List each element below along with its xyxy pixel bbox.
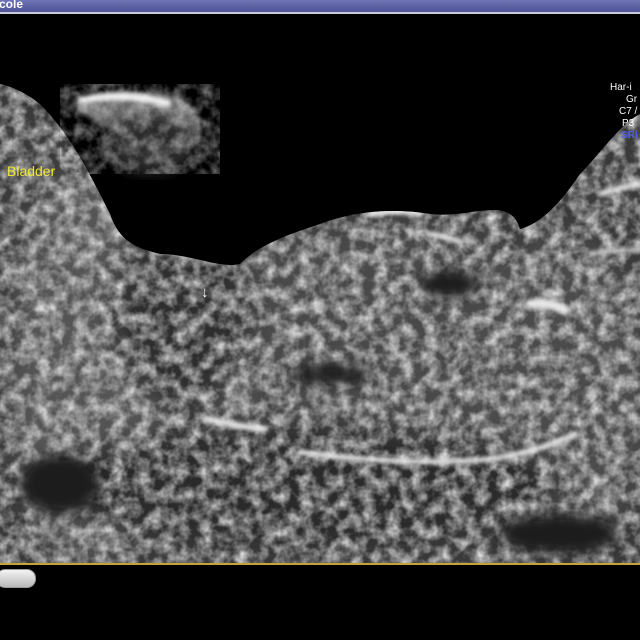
info-line-c7: C7 / (619, 106, 638, 117)
ultrasound-viewer-window: cole Bladder ↓ Har-i Gr C7 / P3 SRI (0, 0, 640, 640)
bladder-label: Bladder (7, 163, 56, 179)
arrow-down-icon: ↓ (201, 284, 209, 301)
info-line-transducer: Har-i (610, 82, 632, 93)
window-title: cole (0, 0, 24, 11)
info-line-gain: Gr (626, 94, 638, 105)
ultrasound-image: Bladder ↓ Har-i Gr C7 / P3 SRI (0, 14, 640, 564)
image-bottom-divider (0, 563, 640, 565)
scrollbar-thumb[interactable] (0, 569, 36, 588)
info-line-sri: SRI (621, 130, 638, 141)
info-line-p3: P3 (622, 118, 635, 129)
ultrasound-scan-graphic (0, 14, 640, 564)
title-bar: cole (0, 0, 640, 14)
scan-info-panel: Har-i Gr C7 / P3 SRI (600, 82, 640, 142)
